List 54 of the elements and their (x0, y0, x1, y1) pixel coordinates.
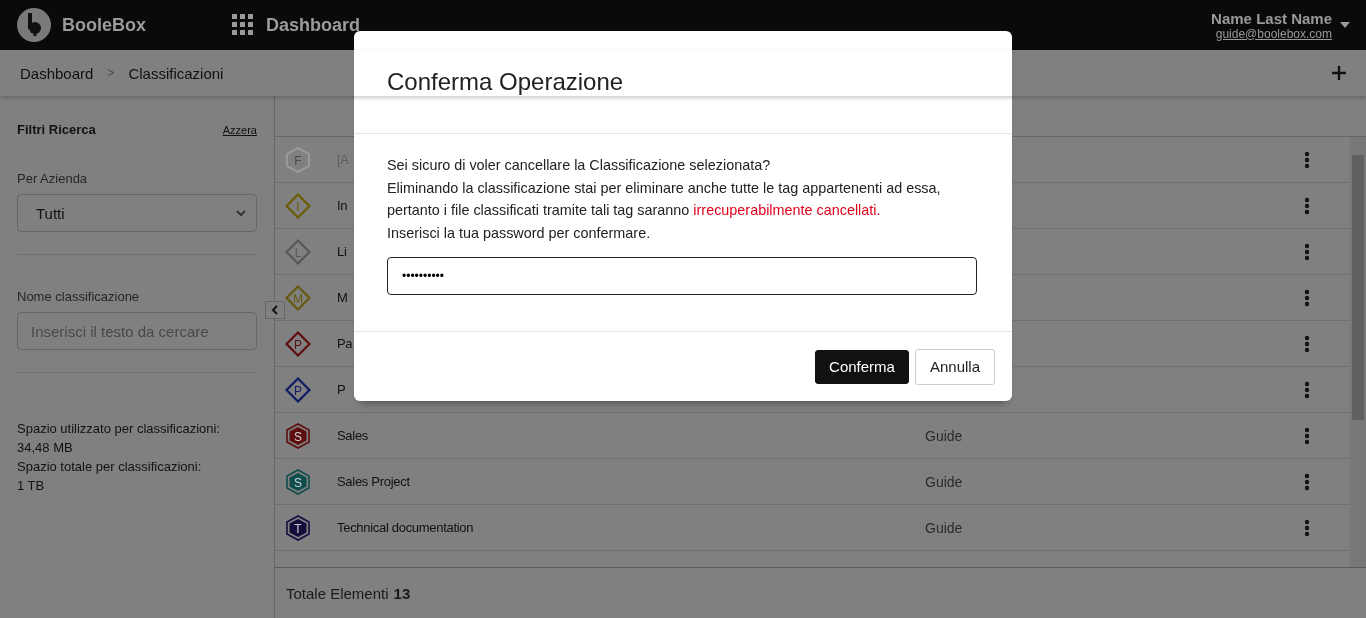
collapse-button[interactable] (265, 301, 285, 319)
breadcrumb-current: Classificazioni (128, 64, 224, 82)
warning-message: Eliminando la classificazione stai per eliminare anche tutte le tag appartenenti ad essa, pertanto i file classificati tramite tali tag saranno irrecuperabilmente cancellati. (387, 178, 942, 220)
caret-icon[interactable] (1340, 22, 1350, 28)
more-options-icon[interactable] (1304, 426, 1310, 445)
classification-name[interactable]: Sales Project (337, 474, 925, 489)
tag-icon: I (285, 192, 311, 219)
storage-stat: 1 TB (17, 477, 46, 495)
tag-icon: M (285, 284, 311, 311)
user-email-link[interactable]: guide@boolebox.com (1215, 26, 1332, 41)
more-options-icon[interactable] (1304, 380, 1310, 399)
owner-cell: Guide (925, 473, 963, 490)
chevron-down-icon (236, 209, 246, 217)
storage-stat: 34,48 MB (17, 439, 74, 457)
owner-cell: Guide (925, 519, 963, 536)
company-dropdown[interactable]: Tutti (17, 194, 257, 232)
classification-name[interactable]: Sales (337, 428, 925, 443)
storage-stat: Spazio utilizzato per classificazioni: (17, 420, 222, 438)
breadcrumb-link[interactable]: Dashboard (20, 64, 94, 82)
dialog-message: Sei sicuro di voler cancellare la Classificazione selezionata? (387, 156, 772, 175)
more-options-icon[interactable] (1304, 196, 1310, 215)
chevron-left-icon (271, 305, 279, 315)
field-label: Per Azienda (17, 171, 89, 186)
password-field[interactable]: •••••••••• (387, 257, 977, 295)
dialog-prompt: Inserisci la tua password per confermare. (387, 223, 652, 243)
tag-icon: T (285, 514, 311, 541)
apps-grid-icon[interactable] (232, 14, 254, 36)
more-options-icon[interactable] (1304, 518, 1310, 537)
total-count: Totale Elementi 13 (286, 584, 411, 602)
more-options-icon[interactable] (1304, 472, 1310, 491)
owner-cell: Guide (925, 427, 963, 444)
more-options-icon[interactable] (1304, 334, 1310, 353)
add-icon[interactable] (1332, 66, 1346, 80)
page-title: Dashboard (266, 14, 361, 36)
scrollbar[interactable] (1350, 137, 1366, 567)
filters-title: Filtri Ricerca (17, 122, 96, 137)
field-label: Nome classificazione (17, 289, 141, 304)
tag-icon: S (285, 422, 311, 449)
more-options-icon[interactable] (1304, 242, 1310, 261)
dialog-title: Conferma Operazione (387, 68, 624, 96)
brand-name: BooleBox (62, 14, 147, 36)
user-name: Name Last Name (1211, 9, 1332, 27)
storage-stat: Spazio totale per classificazioni: (17, 458, 203, 476)
more-options-icon[interactable] (1304, 150, 1310, 169)
breadcrumb-separator: > (107, 66, 115, 80)
tag-icon: P (285, 330, 311, 357)
more-options-icon[interactable] (1304, 288, 1310, 307)
reset-link[interactable]: Azzera (222, 123, 257, 136)
cancel-button[interactable]: Annulla (914, 348, 995, 385)
tag-icon: P (285, 376, 311, 403)
logo-icon (16, 7, 52, 43)
classification-name[interactable]: Technical documentation (337, 520, 925, 535)
confirm-button[interactable]: Conferma (815, 349, 909, 384)
tag-icon: S (285, 468, 311, 495)
